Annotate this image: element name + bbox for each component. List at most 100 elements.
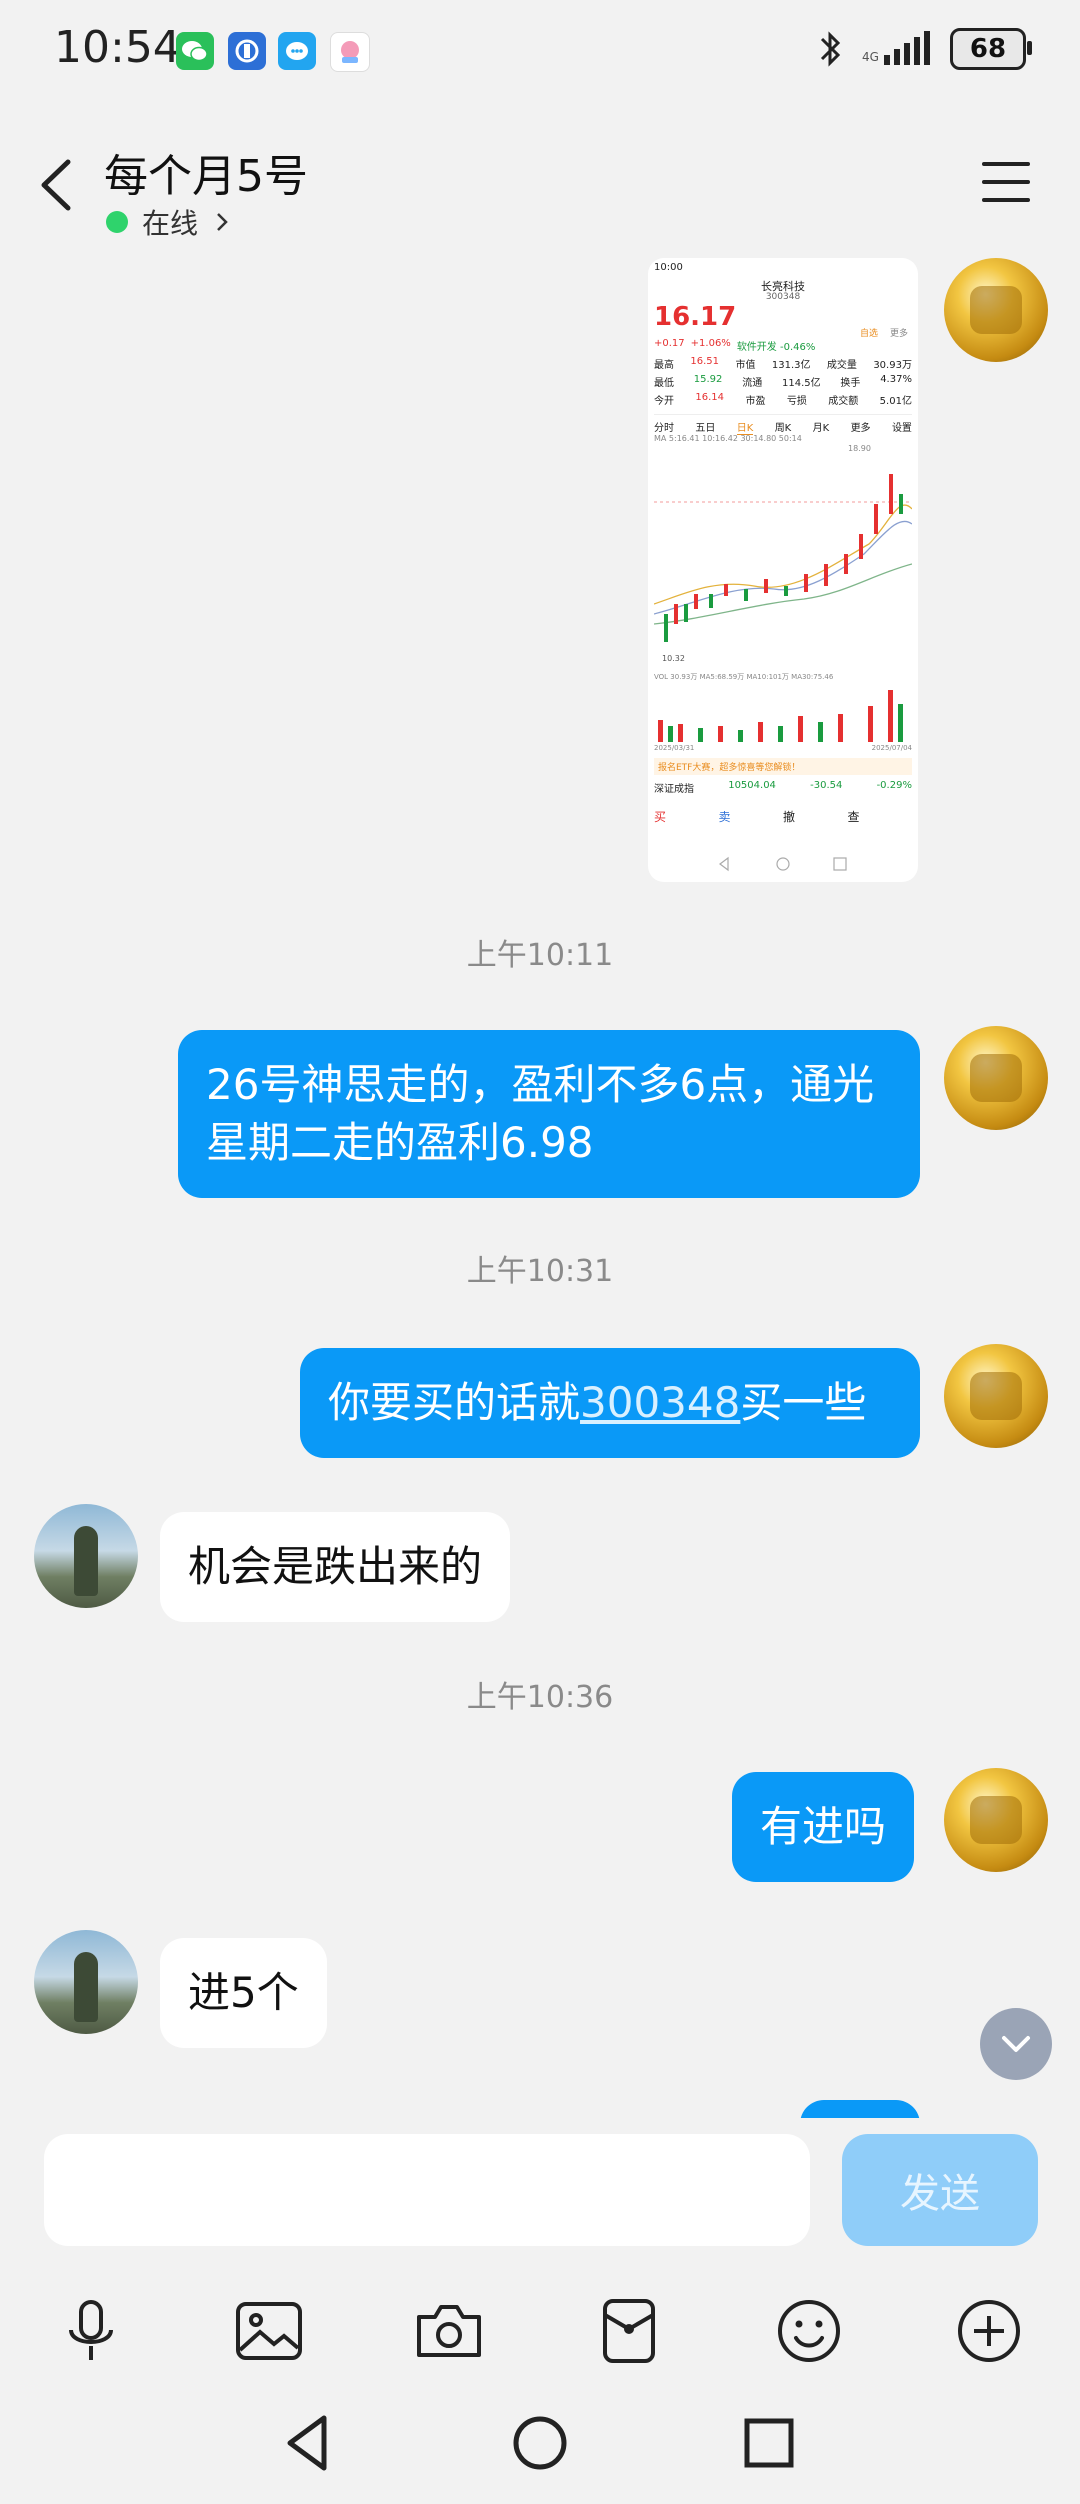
shot-index-name: 深证成指 [654,784,694,795]
voice-button[interactable] [46,2286,136,2376]
shot-date-start: 2025/03/31 [654,744,695,752]
shot-high: 16.51 [690,356,720,367]
shot-low: 15.92 [693,374,723,385]
shot-open-label: 今开 [654,396,674,407]
shot-change-pct: +1.06% [690,338,731,349]
shot-mcap: 131.3亿 [771,360,811,371]
my-avatar[interactable] [944,1768,1048,1872]
shot-vol-label: 成交量 [826,360,857,371]
contact-avatar[interactable] [34,1930,138,2034]
nav-home-icon[interactable] [505,2408,575,2478]
shot-mcap-label: 市值 [735,360,756,371]
shot-row-2: 最低 15.92 流通 114.5亿 换手 4.37% [654,374,912,389]
svg-text:4G: 4G [862,50,879,64]
shot-trade-row: 买 卖 撤 查 [654,808,912,825]
chat-header: 每个月5号 在线 [0,120,1080,250]
nav-back-icon[interactable] [274,2408,344,2478]
scroll-to-bottom-button[interactable] [980,2008,1052,2080]
message-bubble-received[interactable]: 机会是跌出来的 [160,1512,511,1622]
emoji-button[interactable] [764,2286,854,2376]
signal-icon: 4G [862,31,930,65]
shot-tab: 月K [812,423,830,434]
shot-time: 10:00 [654,262,683,273]
stock-screenshot-image[interactable]: 10:00 长亮科技 300348 16.17 自选 更多 +0.17 +1.0… [648,258,918,882]
message-bubble-sent[interactable]: 26号神思走的，盈利不多6点，通光星期二走的盈利6.98 [178,1030,920,1198]
chevron-right-icon [217,213,228,231]
shot-float: 114.5亿 [781,378,821,389]
shot-low-mark: 10.32 [662,654,685,663]
message-text: 买一些 [740,1378,867,1427]
more-plus-button[interactable] [944,2286,1034,2376]
shot-row-3: 今开 16.14 市盈 亏损 成交额 5.01亿 [654,392,912,407]
camera-icon [417,2305,481,2357]
message-input[interactable] [44,2134,810,2246]
back-arrow-icon[interactable] [30,150,86,220]
red-packet-icon [603,2299,655,2363]
shot-index-value: 10504.04 [728,780,776,791]
shot-tab: 五日 [695,423,716,434]
send-button[interactable]: 发送 [842,2134,1038,2246]
stock-code-link[interactable]: 300348 [580,1378,740,1427]
emoji-icon [778,2300,840,2362]
my-avatar[interactable] [944,1344,1048,1448]
shot-query: 查 [847,810,860,824]
shot-pe: 亏损 [786,396,807,407]
my-avatar[interactable] [944,258,1048,362]
plus-circle-icon [958,2300,1020,2362]
my-avatar[interactable] [944,1026,1048,1130]
chat-title[interactable]: 每个月5号 [104,140,308,204]
shot-tab: 设置 [891,423,912,434]
shot-ma-line: MA 5:16.41 10:16.42 30:14.80 50:14 [654,434,802,443]
shot-index-row: 深证成指 10504.04 -30.54 -0.29% [654,780,912,795]
shot-change-row: +0.17 +1.06% 软件开发 -0.46% [654,338,912,353]
timestamp: 上午10:31 [466,1254,614,1289]
shot-index-change: -30.54 [810,780,843,791]
shot-status: 10:00 [654,262,912,273]
shot-tab: 分时 [654,423,674,434]
photo-app-icon [330,32,370,72]
menu-icon[interactable] [980,160,1032,204]
contact-avatar[interactable] [34,1504,138,1608]
shot-stock-code: 300348 [765,292,801,302]
timestamp: 上午10:36 [466,1680,614,1715]
camera-button[interactable] [404,2286,494,2376]
chevron-down-icon [1002,2036,1030,2052]
shot-kline-chart [654,474,912,642]
message-bubble-sent[interactable]: 你要买的话就300348买一些 [300,1348,920,1458]
bluetooth-icon [820,31,841,67]
shot-amount-label: 成交额 [828,396,859,407]
shot-nav-icons [719,856,847,872]
shot-tab: 日K [736,419,754,435]
red-packet-button[interactable] [584,2286,674,2376]
shot-sector: 软件开发 -0.46% [736,342,816,353]
system-nav-bar [0,2390,1080,2500]
shot-pe-label: 市盈 [745,396,766,407]
shot-buy: 买 [654,810,667,824]
blue-app-icon [228,32,266,70]
shot-turn: 4.37% [880,374,912,385]
status-time: 10:54 [54,22,181,73]
shot-vol-line: VOL 30.93万 MA5:68.59万 MA10:101万 MA30:75.… [654,673,834,681]
message-text: 你要买的话就 [328,1378,581,1427]
shot-row-1: 最高 16.51 市值 131.3亿 成交量 30.93万 [654,356,912,371]
shot-peak: 18.90 [848,444,871,453]
shot-amount: 5.01亿 [879,396,912,407]
image-button[interactable] [224,2286,314,2376]
shot-change: +0.17 [654,338,685,349]
shot-tab: 周K [774,423,792,434]
wechat-icon [176,32,214,70]
microphone-icon [69,2300,113,2360]
status-right: 4G 68 [816,28,1032,70]
shot-tab: 更多 [850,423,871,434]
message-bubble-sent[interactable]: 有进吗 [732,1772,915,1882]
shot-vol: 30.93万 [873,360,912,371]
shot-high-label: 最高 [654,360,674,371]
composer-toolbar [0,2286,1080,2396]
shot-tabs: 分时 五日 日K 周K 月K 更多 设置 [654,414,912,435]
shot-float-label: 流通 [742,378,763,389]
shot-low-label: 最低 [654,378,674,389]
message-bubble-received[interactable]: 进5个 [160,1938,327,2048]
online-status[interactable]: 在线 [106,202,232,242]
nav-recents-icon[interactable] [734,2408,804,2478]
timestamp: 上午10:11 [466,938,614,973]
